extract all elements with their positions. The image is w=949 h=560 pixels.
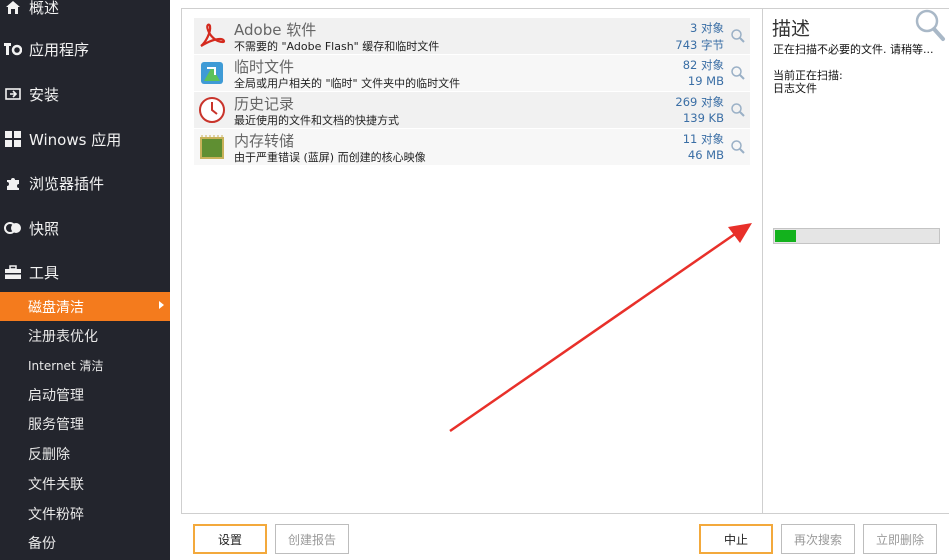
rescan-button[interactable]: 再次搜索 — [781, 524, 855, 554]
row-description: 最近使用的文件和文档的快捷方式 — [234, 114, 399, 127]
pane-divider — [762, 8, 763, 513]
create-report-button[interactable]: 创建报告 — [275, 524, 349, 554]
magnifier-icon[interactable] — [730, 102, 746, 118]
nav-item-snapshot[interactable]: 快照 — [0, 211, 170, 245]
adobe-icon — [198, 22, 226, 50]
sidebar-item-startup-manager[interactable]: 启动管理 — [0, 380, 170, 409]
home-icon — [4, 0, 22, 16]
result-row-memory-dump[interactable]: 内存转储 由于严重错误 (蓝屏) 而创建的核心映像 11 对象 46 MB — [194, 129, 750, 165]
row-count: 11 对象 — [682, 132, 724, 146]
nav-item-windows-apps[interactable]: Winows 应用 — [0, 122, 170, 156]
nav-label: 安装 — [29, 85, 60, 104]
sidebar-item-file-association[interactable]: 文件关联 — [0, 469, 170, 498]
sidebar-item-label: 磁盘清洁 — [28, 299, 84, 316]
sidebar-item-label: 启动管理 — [28, 387, 84, 404]
nav-item-overview[interactable]: 概述 — [0, 0, 170, 24]
stop-button[interactable]: 中止 — [699, 524, 773, 554]
row-title: Adobe 软件 — [234, 21, 317, 39]
toolbox-icon — [4, 263, 22, 281]
nav-label: Winows 应用 — [29, 130, 122, 149]
sidebar-item-label: 备份 — [28, 535, 56, 552]
row-title: 历史记录 — [234, 95, 295, 113]
nav-label: 快照 — [29, 219, 60, 238]
result-row-temp-files[interactable]: 临时文件 全局或用户相关的 "临时" 文件夹中的临时文件 82 对象 19 MB — [194, 55, 750, 91]
scan-progress-bar — [773, 228, 940, 244]
sidebar-item-registry-optimizer[interactable]: 注册表优化 — [0, 321, 170, 350]
nav-item-applications[interactable]: 应用程序 — [0, 32, 170, 66]
nav-item-tools[interactable]: 工具 — [0, 255, 170, 289]
row-title: 临时文件 — [234, 58, 295, 76]
magnifier-icon[interactable] — [730, 139, 746, 155]
row-description: 不需要的 "Adobe Flash" 缓存和临时文件 — [234, 40, 440, 53]
row-size: 139 KB — [682, 111, 724, 125]
sidebar-item-service-manager[interactable]: 服务管理 — [0, 409, 170, 438]
footer-divider — [181, 513, 949, 514]
memory-chip-icon — [198, 133, 226, 161]
sidebar-item-file-shredder[interactable]: 文件粉碎 — [0, 499, 170, 528]
row-title: 内存转储 — [234, 132, 295, 150]
sidebar-item-backup[interactable]: 备份 — [0, 528, 170, 557]
windows-icon — [4, 130, 22, 148]
scan-status-text: 正在扫描不必要的文件. 请稍等... — [773, 43, 934, 56]
magnifier-icon — [914, 8, 946, 42]
result-row-adobe[interactable]: Adobe 软件 不需要的 "Adobe Flash" 缓存和临时文件 3 对象… — [194, 18, 750, 54]
row-size: 46 MB — [687, 148, 724, 162]
description-title: 描述 — [772, 18, 811, 40]
sidebar-item-label: Internet 清洁 — [28, 359, 104, 373]
nav-label: 概述 — [29, 0, 60, 17]
sidebar-item-internet-cleaner[interactable]: Internet 清洁 — [0, 351, 170, 380]
nav-label: 浏览器插件 — [29, 174, 105, 193]
magnifier-icon[interactable] — [730, 28, 746, 44]
row-count: 3 对象 — [690, 21, 724, 35]
row-description: 全局或用户相关的 "临时" 文件夹中的临时文件 — [234, 77, 461, 90]
sidebar-item-label: 文件关联 — [28, 476, 84, 493]
nav-item-browser-plugins[interactable]: 浏览器插件 — [0, 166, 170, 200]
row-count: 269 对象 — [675, 95, 724, 109]
row-description: 由于严重错误 (蓝屏) 而创建的核心映像 — [234, 151, 426, 164]
result-row-history[interactable]: 历史记录 最近使用的文件和文档的快捷方式 269 对象 139 KB — [194, 92, 750, 128]
sidebar-item-label: 文件粉碎 — [28, 506, 84, 523]
install-icon — [4, 85, 22, 103]
apps-icon — [4, 40, 22, 58]
row-size: 19 MB — [687, 74, 724, 88]
settings-button[interactable]: 设置 — [193, 524, 267, 554]
nav-label: 工具 — [29, 263, 60, 282]
delete-now-button[interactable]: 立即删除 — [863, 524, 937, 554]
puzzle-icon — [4, 174, 22, 192]
magnifier-icon[interactable] — [730, 65, 746, 81]
sidebar-item-disk-cleaner[interactable]: 磁盘清洁 — [0, 292, 170, 321]
sidebar-item-undelete[interactable]: 反删除 — [0, 439, 170, 468]
nav-label: 应用程序 — [29, 40, 90, 59]
snapshot-icon — [4, 219, 22, 237]
scan-progress-fill — [775, 230, 796, 242]
row-size: 743 字节 — [675, 38, 724, 52]
current-scan-item: 日志文件 — [773, 82, 817, 95]
temp-files-icon — [198, 59, 226, 87]
nav-item-install[interactable]: 安装 — [0, 77, 170, 111]
sidebar-item-label: 注册表优化 — [28, 328, 98, 345]
sidebar-item-label: 反删除 — [28, 446, 70, 463]
sidebar-item-label: 服务管理 — [28, 416, 84, 433]
clock-icon — [198, 96, 226, 124]
chevron-right-icon — [159, 301, 164, 309]
row-count: 82 对象 — [682, 58, 724, 72]
sidebar: 概述 应用程序 安装 Winows 应用 浏览器插件 快照 工具 磁盘清洁 注册… — [0, 0, 170, 560]
